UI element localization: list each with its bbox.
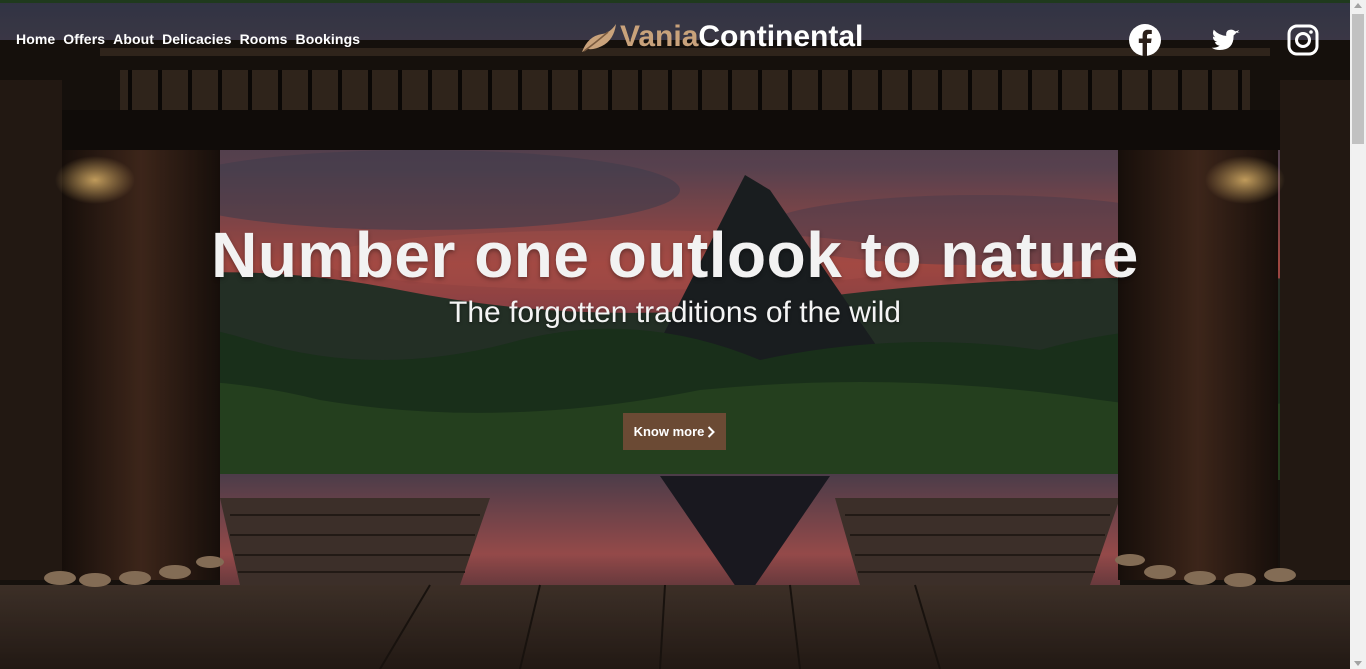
instagram-icon[interactable] <box>1286 23 1320 57</box>
hero-section: Home Offers About Delicacies Rooms Booki… <box>0 0 1350 669</box>
nav-link-bookings[interactable]: Bookings <box>296 31 361 47</box>
scroll-down-arrow-icon[interactable] <box>1354 661 1362 666</box>
brand-name-part1: Vania <box>620 20 699 53</box>
scroll-up-arrow-icon[interactable] <box>1354 3 1362 8</box>
chevron-right-icon <box>708 425 716 438</box>
top-navbar: Home Offers About Delicacies Rooms Booki… <box>0 0 1350 80</box>
twitter-icon[interactable] <box>1207 23 1241 57</box>
nav-link-delicacies[interactable]: Delicacies <box>162 31 232 47</box>
brand-name-part2: Continental <box>698 20 864 53</box>
facebook-icon[interactable] <box>1128 23 1162 57</box>
scrollbar-thumb[interactable] <box>1352 14 1364 144</box>
nav-link-about[interactable]: About <box>113 31 154 47</box>
brand-logo[interactable]: Vania Continental <box>580 20 863 54</box>
hero-title: Number one outlook to nature <box>211 219 1139 291</box>
know-more-label: Know more <box>633 424 705 439</box>
hero-dark-overlay <box>0 0 1350 669</box>
window-top-border <box>0 0 1366 3</box>
leaf-logo-icon <box>582 24 616 52</box>
nav-link-rooms[interactable]: Rooms <box>240 31 288 47</box>
nav-link-offers[interactable]: Offers <box>63 31 105 47</box>
know-more-button[interactable]: Know more <box>623 413 726 450</box>
main-nav: Home Offers About Delicacies Rooms Booki… <box>16 31 360 47</box>
vertical-scrollbar[interactable] <box>1350 0 1366 669</box>
hero-subtitle: The forgotten traditions of the wild <box>449 296 901 329</box>
nav-link-home[interactable]: Home <box>16 31 55 47</box>
